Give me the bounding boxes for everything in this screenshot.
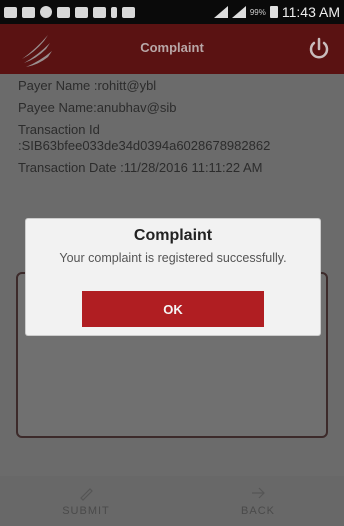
submit-button[interactable]: SUBMIT: [0, 476, 172, 526]
ok-button[interactable]: OK: [82, 291, 264, 327]
page-title: Complaint: [140, 40, 204, 55]
clock: 11:43 AM: [281, 4, 340, 20]
app-bar: Complaint: [0, 24, 344, 74]
submit-icon: [80, 488, 93, 501]
news-icon: [93, 6, 106, 18]
battery-icon: [269, 6, 278, 18]
sim-icon: [122, 6, 135, 18]
payee-name: Payee Name:anubhav@sib: [18, 100, 177, 115]
system-icons: 99% 11:43 AM: [213, 4, 340, 20]
transaction-date: Transaction Date :11/28/2016 11:11:22 AM: [18, 160, 263, 175]
chat-icon: [75, 6, 88, 18]
status-bar: 99% 11:43 AM: [0, 0, 344, 24]
battery-percent: 99%: [249, 7, 266, 17]
back-button[interactable]: BACK: [172, 476, 344, 526]
back-label: BACK: [241, 505, 275, 517]
transaction-id-label: Transaction Id: [18, 122, 100, 137]
transaction-id-value: :SIB63bfee033de34d0394a6028678982862: [18, 138, 271, 153]
transaction-details: Payer Name :rohitt@ybl Payee Name:anubha…: [18, 78, 344, 182]
submit-label: SUBMIT: [62, 505, 110, 517]
alert-icon: [111, 6, 117, 18]
signal-icon-2: [231, 6, 246, 18]
bottom-bar: SUBMIT BACK: [0, 476, 344, 526]
message-icon: [22, 6, 35, 18]
back-arrow-icon: [252, 487, 265, 499]
whatsapp-icon: [40, 6, 52, 18]
gallery-icon: [57, 6, 70, 18]
notification-icon: [4, 6, 17, 18]
dialog-title: Complaint: [133, 227, 213, 244]
notification-icons: [4, 6, 135, 18]
dialog-message: Your complaint is registered successfull…: [59, 251, 287, 265]
payer-name: Payer Name :rohitt@ybl: [18, 78, 157, 93]
power-icon[interactable]: [306, 36, 332, 62]
complaint-dialog: Complaint Your complaint is registered s…: [26, 219, 320, 335]
signal-icon: [213, 6, 228, 18]
